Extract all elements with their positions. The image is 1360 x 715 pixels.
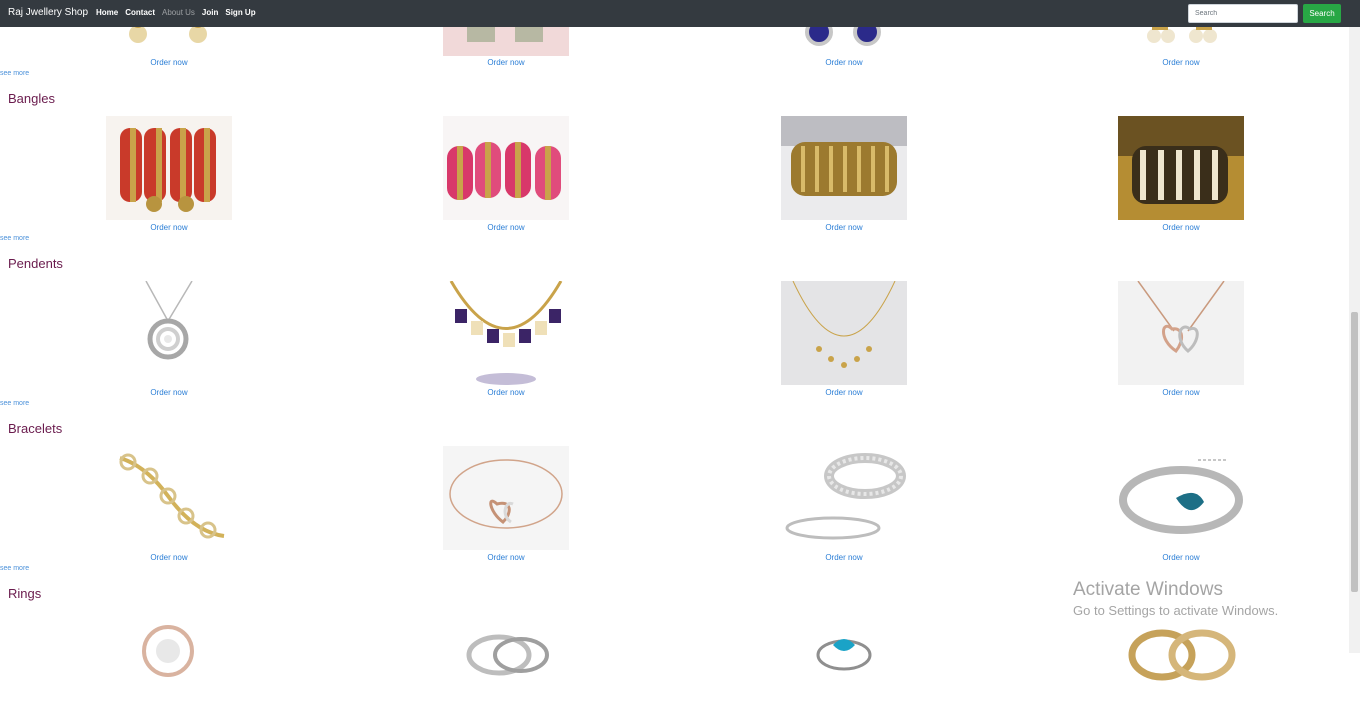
order-now-link[interactable]: Order now — [443, 223, 569, 232]
product-image-bracelet-2 — [443, 446, 569, 550]
section-title-bracelets: Bracelets — [8, 421, 63, 436]
order-now-link[interactable]: Order now — [106, 388, 232, 397]
see-more-link[interactable]: see more — [0, 235, 29, 242]
order-now-link[interactable]: Order now — [1118, 553, 1244, 562]
order-now-link[interactable]: Order now — [106, 553, 232, 562]
product-image-ring-4 — [1118, 611, 1244, 715]
order-now-link[interactable]: Order now — [1118, 58, 1244, 67]
order-now-link[interactable]: Order now — [106, 223, 232, 232]
product-image-bracelet-3 — [781, 446, 907, 550]
watermark-subtitle: Go to Settings to activate Windows. — [1073, 603, 1279, 618]
order-now-link[interactable]: Order now — [443, 388, 569, 397]
product-image-bangle-4 — [1118, 116, 1244, 220]
order-now-link[interactable]: Order now — [781, 388, 907, 397]
nav-signup-link[interactable]: Sign Up — [225, 8, 255, 17]
product-image-ring-1 — [106, 611, 232, 715]
section-title-pendents: Pendents — [8, 256, 63, 271]
navbar: Raj Jwellery Shop Home Contact About Us … — [0, 0, 1360, 27]
page-scrollbar[interactable] — [1349, 27, 1360, 653]
scrollbar-thumb[interactable] — [1351, 312, 1358, 592]
order-now-link[interactable]: Order now — [443, 553, 569, 562]
see-more-link[interactable]: see more — [0, 70, 29, 77]
product-image-bangle-1 — [106, 116, 232, 220]
search-input[interactable] — [1188, 4, 1298, 23]
windows-activation-watermark: Activate Windows Go to Settings to activ… — [1073, 579, 1278, 618]
order-now-link[interactable]: Order now — [781, 223, 907, 232]
nav-links: Home Contact About Us Join Sign Up — [96, 8, 256, 17]
order-now-link[interactable]: Order now — [443, 58, 569, 67]
product-image-pendent-3 — [781, 281, 907, 385]
nav-about-link[interactable]: About Us — [162, 8, 195, 17]
product-image-pendent-1 — [106, 281, 232, 385]
order-now-link[interactable]: Order now — [106, 58, 232, 67]
product-image-bangle-2 — [443, 116, 569, 220]
see-more-link[interactable]: see more — [0, 400, 29, 407]
order-now-link[interactable]: Order now — [1118, 388, 1244, 397]
order-now-link[interactable]: Order now — [781, 553, 907, 562]
watermark-title: Activate Windows — [1073, 579, 1223, 600]
product-image-ring-3 — [781, 611, 907, 715]
product-image-bracelet-1 — [106, 446, 232, 550]
see-more-link[interactable]: see more — [0, 565, 29, 572]
product-image-bangle-3 — [781, 116, 907, 220]
brand-logo[interactable]: Raj Jwellery Shop — [8, 7, 88, 18]
nav-home-link[interactable]: Home — [96, 8, 118, 17]
nav-contact-link[interactable]: Contact — [125, 8, 155, 17]
product-image-pendent-2 — [443, 281, 569, 385]
search-button[interactable]: Search — [1303, 4, 1341, 23]
section-title-rings: Rings — [8, 586, 42, 601]
product-image-pendent-4 — [1118, 281, 1244, 385]
nav-join-link[interactable]: Join — [202, 8, 218, 17]
product-image-bracelet-4 — [1118, 446, 1244, 550]
order-now-link[interactable]: Order now — [781, 58, 907, 67]
order-now-link[interactable]: Order now — [1118, 223, 1244, 232]
section-title-bangles: Bangles — [8, 91, 55, 106]
product-image-ring-2 — [443, 611, 569, 715]
